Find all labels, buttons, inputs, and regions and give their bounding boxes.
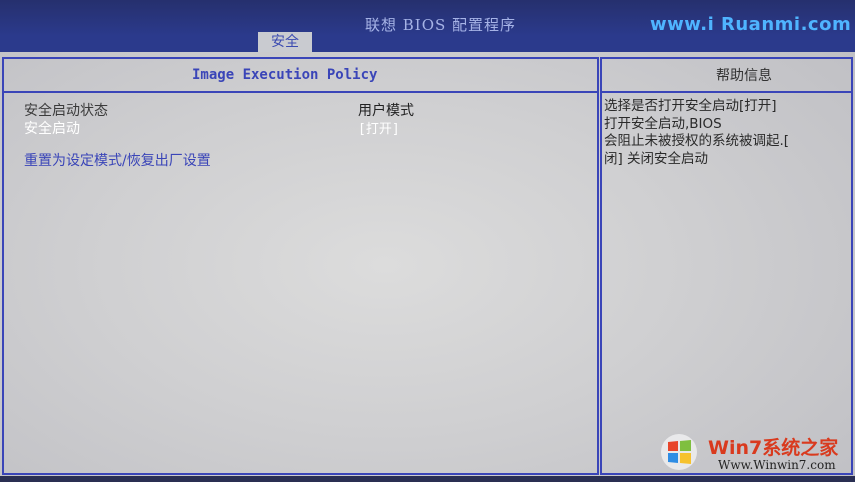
help-title: 帮助信息 — [716, 68, 772, 84]
help-text: 选择是否打开安全启动[打开] 打开安全启动,BIOS 会阻止未被授权的系统被调起… — [604, 98, 850, 168]
help-line: 选择是否打开安全启动[打开] — [604, 98, 777, 114]
tab-security[interactable]: 安全 — [258, 32, 312, 52]
watermark-bottom-url: Www.Winwin7.com — [718, 458, 836, 472]
section-title: Image Execution Policy — [192, 67, 378, 83]
help-line: 会阻止未被授权的系统被调起.[ — [604, 133, 790, 149]
bios-screen: 联想 BIOS 配置程序 www.i Ruanmi.com 安全 Image E… — [0, 0, 855, 482]
windows-logo-icon — [661, 434, 697, 470]
reset-to-setup-mode-item[interactable]: 重置为设定模式/恢复出厂设置 — [24, 150, 211, 170]
bios-title: 联想 BIOS 配置程序 — [365, 16, 517, 34]
bottom-bar — [0, 476, 855, 482]
help-line: 闭] 关闭安全启动 — [604, 150, 709, 167]
watermark-brand: Win7系统之家 — [708, 437, 839, 459]
tab-strip — [0, 47, 855, 52]
help-divider — [602, 91, 851, 93]
secure-boot-label[interactable]: 安全启动 — [24, 118, 80, 138]
secure-boot-status-value: 用户模式 — [358, 103, 414, 119]
section-divider — [4, 91, 597, 93]
watermark-url: www.i Ruanmi.com — [650, 14, 852, 35]
help-line: 打开安全启动,BIOS — [604, 115, 722, 132]
secure-boot-value[interactable]: [打开] — [358, 118, 400, 137]
secure-boot-status-label: 安全启动状态 — [24, 103, 108, 119]
